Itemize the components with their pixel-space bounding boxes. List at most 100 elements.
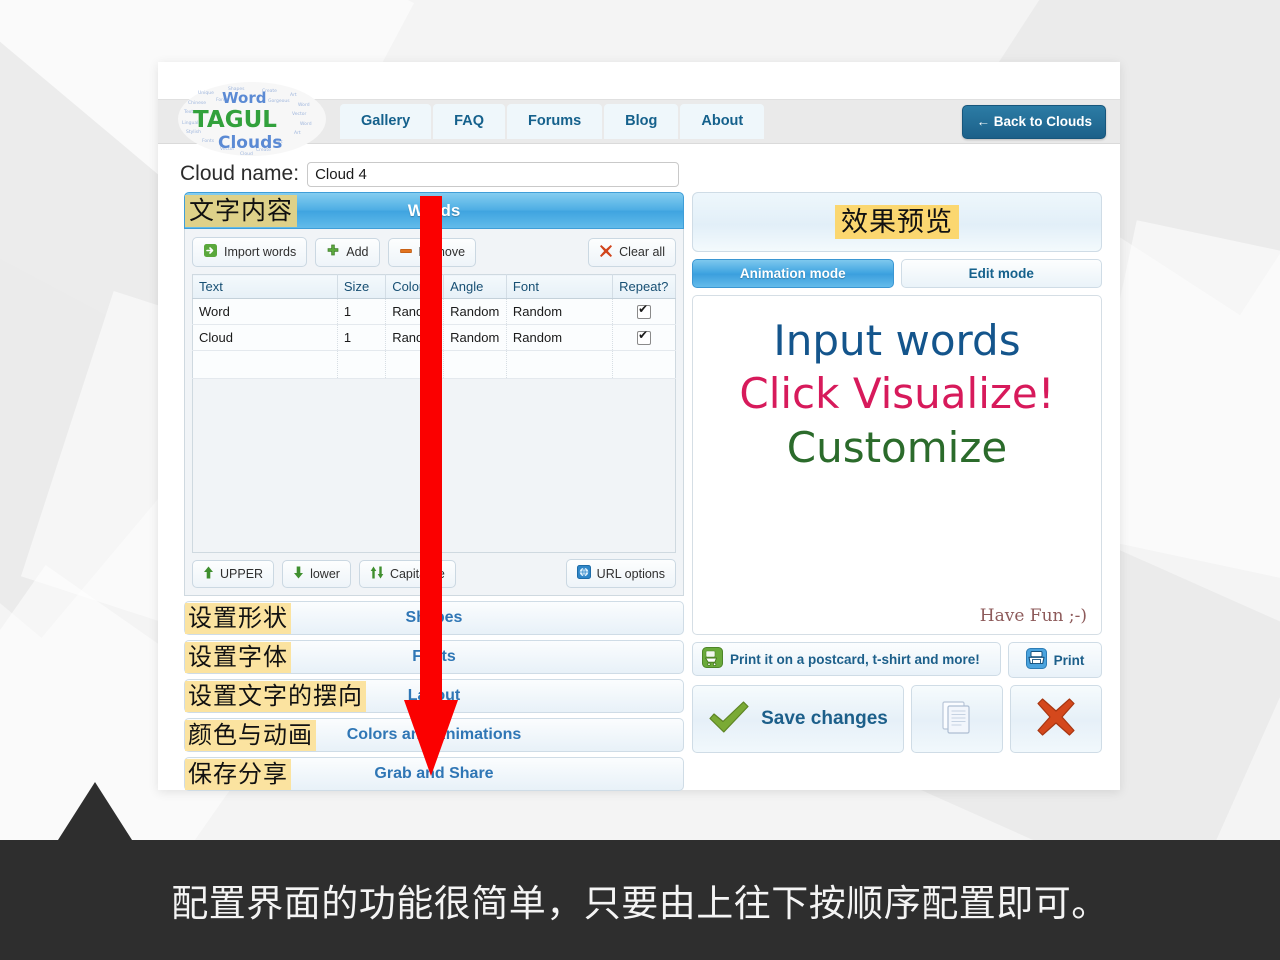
capitalize-label: Capitalize [389, 566, 445, 581]
lower-case-label: lower [310, 566, 340, 581]
save-changes-button[interactable]: Save changes [692, 685, 904, 753]
words-section-header[interactable]: Words 文字内容 [184, 192, 684, 229]
app-window: Unique Shapes Create Art Chinese Fonts Gorg… [158, 62, 1120, 791]
cell-repeat[interactable] [612, 324, 676, 351]
cell-color[interactable] [385, 350, 445, 379]
cloud-name-input[interactable] [307, 161, 680, 187]
svg-text:Art: Art [290, 92, 297, 98]
cell-color[interactable]: Random [385, 298, 445, 325]
table-row[interactable]: Cloud 1 Random Random Random [192, 324, 676, 351]
words-toolbar: Import words Add Remove Clear all [192, 237, 676, 267]
globe-icon [576, 565, 591, 582]
section-layout-annotation-cn: 设置文字的摆向 [185, 681, 366, 712]
copy-cloud-button[interactable] [911, 685, 1003, 753]
preview-word-input-words: Input words [773, 316, 1021, 365]
arrow-up-icon [203, 566, 214, 582]
cloud-name-label: Cloud name: [180, 162, 300, 185]
section-colors-animations-label: Colors and Animations [346, 726, 522, 743]
column-header-angle[interactable]: Angle [443, 274, 507, 299]
save-changes-label: Save changes [761, 708, 888, 729]
section-shapes[interactable]: Shapes 设置形状 [184, 601, 684, 635]
nav-item-blog[interactable]: Blog [604, 104, 679, 139]
minus-icon [399, 244, 413, 261]
preview-word-customize: Customize [786, 423, 1008, 472]
column-header-text[interactable]: Text [192, 274, 338, 299]
cell-angle[interactable]: Random [443, 324, 507, 351]
import-words-button[interactable]: Import words [192, 237, 308, 267]
cell-color[interactable]: Random [385, 324, 445, 351]
clear-all-button[interactable]: Clear all [588, 237, 676, 267]
column-header-color[interactable]: Color [385, 274, 445, 299]
add-word-label: Add [346, 245, 369, 259]
print-postcard-button[interactable]: Print it on a postcard, t-shirt and more… [692, 642, 1001, 676]
add-word-button[interactable]: Add [315, 237, 380, 267]
preview-signature: Have Fun ;-) [979, 606, 1087, 626]
column-header-repeat[interactable]: Repeat? [612, 274, 676, 299]
column-header-font[interactable]: Font [506, 274, 614, 299]
cell-angle[interactable]: Random [443, 298, 507, 325]
cell-font[interactable] [506, 350, 614, 379]
repeat-checkbox[interactable] [637, 302, 652, 320]
top-navigation-bar: Unique Shapes Create Art Chinese Fonts Gorg… [158, 82, 1120, 157]
cell-text[interactable]: Cloud [192, 324, 338, 351]
table-row[interactable] [192, 350, 676, 379]
animation-mode-tab[interactable]: Animation mode [692, 259, 894, 288]
action-row: Save changes [692, 685, 1102, 753]
section-colors-animations-annotation-cn: 颜色与动画 [185, 720, 316, 751]
cloud-preview-canvas[interactable]: Input words Click Visualize! Customize H… [692, 295, 1102, 635]
section-shapes-annotation-cn: 设置形状 [185, 603, 291, 634]
footer-bar: 配置界面的功能很简单，只要由上往下按顺序配置即可。 [0, 840, 1280, 960]
import-words-label: Import words [224, 245, 297, 259]
svg-text:Word: Word [222, 89, 266, 107]
back-to-clouds-button[interactable]: ← Back to Clouds [962, 105, 1106, 139]
cell-angle[interactable] [443, 350, 507, 379]
preview-word-click-visualize: Click Visualize! [739, 369, 1055, 418]
nav-item-forums[interactable]: Forums [506, 104, 603, 139]
nav-item-gallery[interactable]: Gallery [340, 104, 432, 139]
section-grab-and-share-annotation-cn: 保存分享 [185, 759, 291, 790]
words-table: Text Size Color Angle Font Repeat? Word … [192, 274, 676, 379]
remove-word-button[interactable]: Remove [387, 237, 477, 267]
print-postcard-label: Print it on a postcard, t-shirt and more… [730, 651, 980, 667]
url-options-button[interactable]: URL options [565, 559, 676, 588]
svg-text:Word: Word [300, 121, 312, 127]
cell-repeat[interactable] [612, 350, 676, 379]
section-layout[interactable]: Layout 设置文字的摆向 [184, 679, 684, 713]
cell-repeat[interactable] [612, 298, 676, 325]
nav-item-about[interactable]: About [680, 104, 765, 139]
cell-font[interactable]: Random [506, 298, 614, 325]
cell-size[interactable] [337, 350, 387, 379]
capitalize-button[interactable]: Capitalize [358, 559, 456, 588]
shopping-cart-icon [702, 647, 723, 671]
preview-annotation-cn: 效果预览 [835, 205, 959, 239]
svg-text:Gorgeous: Gorgeous [268, 98, 290, 104]
words-section-annotation-cn: 文字内容 [185, 195, 298, 227]
table-row[interactable]: Word 1 Random Random Random [192, 298, 676, 325]
cell-text[interactable] [192, 350, 338, 379]
copy-pages-icon [937, 697, 977, 742]
print-button[interactable]: Print [1008, 642, 1102, 678]
section-grab-and-share[interactable]: Grab and Share 保存分享 [184, 757, 684, 791]
cell-size[interactable]: 1 [337, 298, 387, 325]
section-colors-animations[interactable]: Colors and Animations 颜色与动画 [184, 718, 684, 752]
case-toolbar: UPPER lower Capitalize URL options [192, 559, 676, 588]
svg-text:Word: Word [298, 102, 310, 108]
delete-cloud-button[interactable] [1010, 685, 1102, 753]
section-fonts[interactable]: Fonts 设置字体 [184, 640, 684, 674]
edit-mode-tab[interactable]: Edit mode [900, 259, 1102, 288]
svg-text:Vector: Vector [292, 111, 306, 117]
cell-font[interactable]: Random [506, 324, 614, 351]
words-table-empty-area[interactable] [192, 379, 676, 553]
screenshot-root: Unique Shapes Create Art Chinese Fonts Gorg… [0, 0, 1280, 960]
tagul-logo[interactable]: Unique Shapes Create Art Chinese Fonts Gorg… [176, 80, 328, 158]
nav-item-faq[interactable]: FAQ [433, 104, 505, 139]
section-grab-and-share-label: Grab and Share [374, 765, 494, 782]
preview-title-box: 效果预览 [692, 192, 1102, 252]
cell-text[interactable]: Word [192, 298, 338, 325]
left-column: Words 文字内容 Import words Add Remove Clear… [184, 192, 684, 791]
repeat-checkbox[interactable] [637, 328, 652, 346]
upper-case-button[interactable]: UPPER [192, 559, 275, 588]
cell-size[interactable]: 1 [337, 324, 387, 351]
lower-case-button[interactable]: lower [282, 559, 351, 588]
column-header-size[interactable]: Size [337, 274, 387, 299]
